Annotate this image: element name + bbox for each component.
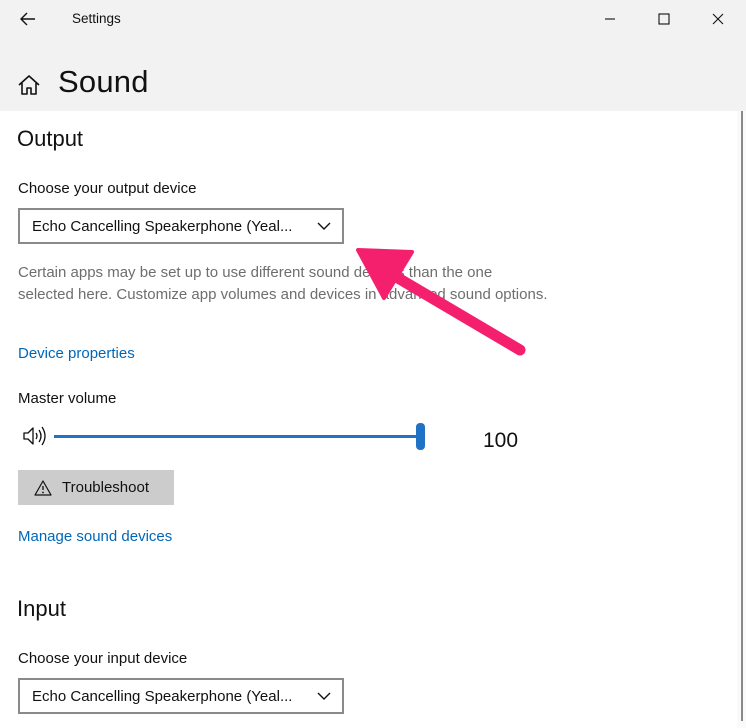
chevron-down-icon bbox=[317, 222, 331, 230]
back-arrow-icon bbox=[20, 12, 35, 26]
maximize-button[interactable] bbox=[644, 4, 684, 34]
output-device-dropdown[interactable]: Echo Cancelling Speakerphone (Yeal... bbox=[18, 208, 344, 244]
warning-icon bbox=[34, 479, 52, 496]
input-section-title: Input bbox=[17, 596, 66, 621]
troubleshoot-button[interactable]: Troubleshoot bbox=[18, 470, 174, 505]
back-button[interactable] bbox=[14, 6, 42, 32]
volume-slider-track[interactable] bbox=[54, 435, 420, 438]
home-icon[interactable] bbox=[16, 72, 42, 98]
close-button[interactable] bbox=[698, 4, 738, 34]
scrollbar-thumb[interactable] bbox=[741, 111, 743, 721]
chevron-down-icon bbox=[317, 692, 331, 700]
app-title: Settings bbox=[72, 11, 121, 26]
minimize-icon bbox=[605, 18, 615, 20]
content-area bbox=[0, 111, 737, 728]
minimize-button[interactable] bbox=[590, 4, 630, 34]
volume-value: 100 bbox=[483, 429, 519, 452]
input-device-value: Echo Cancelling Speakerphone (Yeal... bbox=[32, 688, 293, 705]
output-section-title: Output bbox=[17, 126, 84, 151]
input-device-label: Choose your input device bbox=[18, 650, 188, 667]
page-header: Sound bbox=[0, 38, 746, 111]
device-properties-link[interactable]: Device properties bbox=[18, 345, 135, 362]
output-help-text: Certain apps may be set up to use differ… bbox=[18, 264, 548, 303]
master-volume-label: Master volume bbox=[18, 390, 117, 407]
page-title: Sound bbox=[58, 64, 149, 99]
input-device-dropdown[interactable]: Echo Cancelling Speakerphone (Yeal... bbox=[18, 678, 344, 714]
troubleshoot-label: Troubleshoot bbox=[62, 479, 149, 496]
title-bar: Settings bbox=[0, 0, 746, 38]
maximize-icon bbox=[658, 13, 670, 25]
manage-sound-devices-link[interactable]: Manage sound devices bbox=[18, 528, 172, 545]
output-device-value: Echo Cancelling Speakerphone (Yeal... bbox=[32, 218, 293, 235]
speaker-volume-icon[interactable] bbox=[22, 425, 48, 447]
output-device-label: Choose your output device bbox=[18, 180, 197, 197]
close-icon bbox=[712, 13, 724, 25]
volume-slider-thumb[interactable] bbox=[416, 423, 425, 450]
